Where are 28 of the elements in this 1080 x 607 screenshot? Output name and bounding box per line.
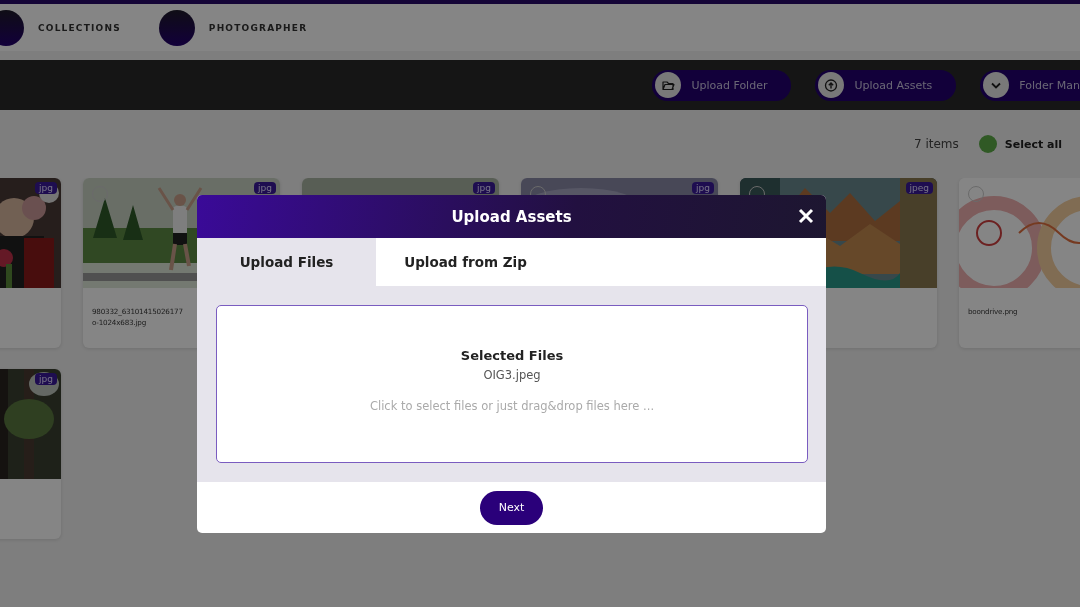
avatar-circle — [158, 9, 195, 46]
toolbar-button[interactable]: Upload Assets — [815, 69, 957, 101]
file-drop-zone[interactable]: Selected Files OIG3.jpeg Click to select files or just drag&drop files here ... — [216, 305, 808, 463]
file-type-badge: jpeg — [905, 182, 933, 194]
file-type-badge: jpg — [254, 182, 276, 194]
file-type-badge: jpg — [692, 182, 714, 194]
dialog-title: Upload Assets — [451, 207, 572, 226]
file-type-badge: jpg — [35, 373, 57, 385]
upload-icon — [818, 72, 845, 98]
drop-hint: Click to select files or just drag&drop files here ... — [369, 398, 655, 413]
close-icon[interactable] — [798, 208, 814, 224]
tab[interactable]: Upload Files — [197, 238, 376, 286]
file-type-badge: jpg — [35, 182, 57, 194]
selected-file-name: OIG3.jpeg — [483, 367, 541, 382]
select-all-toggle[interactable] — [978, 135, 997, 153]
folder-icon — [655, 72, 682, 98]
nav-link[interactable]: PHOTOGRAPHER — [208, 22, 308, 33]
asset-card[interactable]: jpg — [0, 369, 61, 539]
next-button[interactable]: Next — [480, 490, 543, 525]
asset-card[interactable]: jpg — [0, 178, 61, 348]
toolbar-button[interactable]: Folder Man — [980, 69, 1080, 101]
toolbar-button[interactable]: Upload Folder — [652, 69, 792, 101]
chevron-down-icon — [983, 72, 1010, 98]
item-count: 7 items — [914, 137, 959, 151]
selected-files-heading: Selected Files — [460, 347, 564, 363]
file-type-badge: jpg — [473, 182, 495, 194]
nav-link[interactable]: COLLECTIONS — [38, 22, 121, 33]
select-all-label[interactable]: Select all — [1004, 137, 1062, 151]
